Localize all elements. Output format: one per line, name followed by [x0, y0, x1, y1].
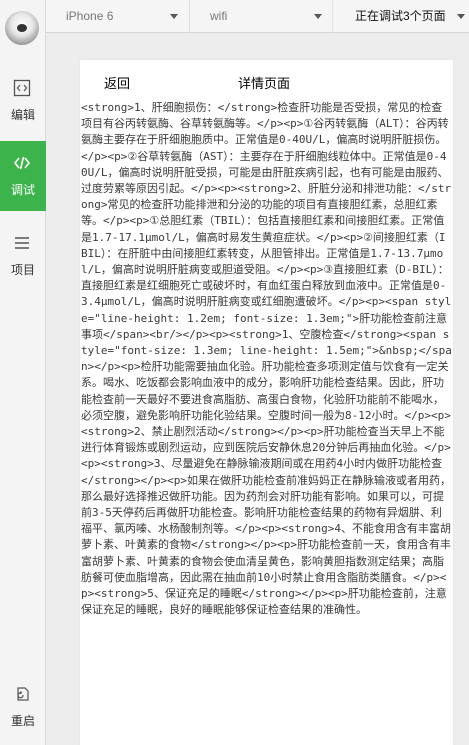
debug-pages-select[interactable]: 正在调试3个页面	[332, 0, 469, 33]
sidebar-item-label: 项目	[10, 263, 35, 277]
sidebar-item-project[interactable]: 项目	[0, 221, 46, 291]
detail-content: <strong>1、肝细胞损伤：</strong>检查肝功能是否受损，常见的检查…	[81, 101, 452, 617]
sidebar-item-label: 调试	[10, 183, 35, 197]
sidebar-item-restart[interactable]: 重启	[0, 672, 46, 742]
chevron-down-icon	[170, 14, 178, 19]
chevron-down-icon	[457, 14, 465, 19]
device-select[interactable]: iPhone 6	[46, 0, 189, 33]
sidebar-item-debug[interactable]: 调试	[0, 141, 46, 211]
avatar-eye	[17, 24, 27, 32]
avatar[interactable]	[5, 11, 39, 45]
back-button[interactable]: 返回	[104, 73, 130, 92]
device-toolbar: iPhone 6 wifi 正在调试3个页面	[46, 0, 469, 33]
network-select[interactable]: wifi	[189, 0, 332, 33]
chevron-down-icon	[314, 14, 322, 19]
network-select-value: wifi	[210, 9, 228, 23]
device-select-value: iPhone 6	[66, 9, 114, 23]
sidebar-item-label: 编辑	[10, 108, 35, 122]
phone-simulator: 返回 详情页面 <strong>1、肝细胞损伤：</strong>检查肝功能是否…	[80, 60, 453, 745]
page-title: 详情页面	[238, 77, 291, 92]
sidebar: 编辑 调试 项目 重启	[0, 0, 46, 745]
sidebar-item-label: 重启	[10, 714, 35, 728]
code-file-icon	[13, 79, 31, 97]
restart-icon	[17, 687, 29, 701]
code-brackets-icon	[13, 156, 31, 170]
page-navbar: 返回 详情页面	[80, 60, 453, 100]
sidebar-item-edit[interactable]: 编辑	[0, 66, 46, 136]
debug-pages-status: 正在调试3个页面	[355, 9, 446, 23]
hamburger-menu-icon	[15, 237, 29, 249]
